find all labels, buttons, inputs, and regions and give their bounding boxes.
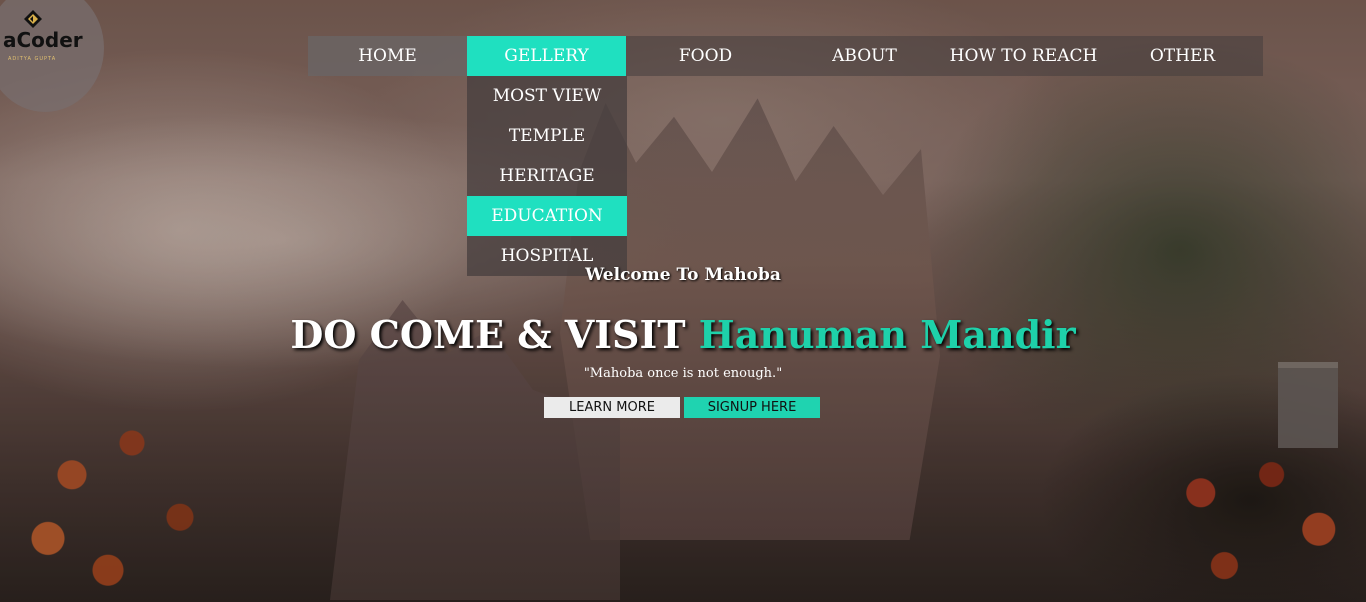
nav-item-about[interactable]: ABOUT xyxy=(785,36,944,76)
learn-more-button[interactable]: LEARN MORE xyxy=(544,397,680,418)
welcome-text: Welcome To Mahoba xyxy=(585,265,781,285)
headline-main: DO COME & VISIT xyxy=(290,312,686,357)
nav-item-food[interactable]: FOOD xyxy=(626,36,785,76)
dropdown-item-most-view[interactable]: MOST VIEW xyxy=(467,76,627,116)
logo-subtext: ADITYA GUPTA xyxy=(8,56,57,62)
background-shade xyxy=(0,0,1366,602)
dropdown-item-heritage[interactable]: HERITAGE xyxy=(467,156,627,196)
hero-quote: "Mahoba once is not enough." xyxy=(583,366,783,381)
nav-item-home[interactable]: HOME xyxy=(308,36,467,76)
logo-text: aCoder xyxy=(3,28,83,52)
main-navbar: HOME GELLERY FOOD ABOUT HOW TO REACH OTH… xyxy=(308,36,1263,76)
dropdown-item-education[interactable]: EDUCATION xyxy=(467,196,627,236)
hero-headline: DO COME & VISIT Hanuman Mandir xyxy=(0,312,1366,357)
nav-item-how-to-reach[interactable]: HOW TO REACH xyxy=(944,36,1103,76)
headline-accent: Hanuman Mandir xyxy=(698,312,1076,357)
nav-item-other[interactable]: OTHER xyxy=(1103,36,1262,76)
nav-item-gallery[interactable]: GELLERY xyxy=(467,36,626,76)
diamond-logo-icon xyxy=(24,10,42,28)
signup-button[interactable]: SIGNUP HERE xyxy=(684,397,820,418)
dropdown-item-temple[interactable]: TEMPLE xyxy=(467,116,627,156)
gallery-dropdown-menu: MOST VIEW TEMPLE HERITAGE EDUCATION HOSP… xyxy=(467,76,627,276)
